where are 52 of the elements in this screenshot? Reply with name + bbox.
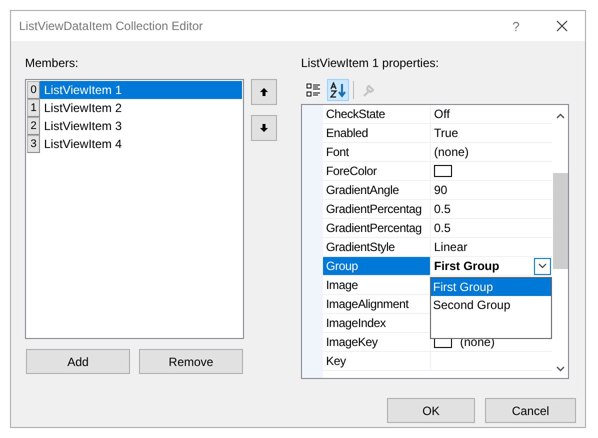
list-item[interactable]: ListViewItem 1 — [40, 81, 242, 99]
index-label: 0 — [27, 81, 40, 99]
categorized-list-icon — [306, 82, 322, 98]
property-value: (none) — [434, 145, 469, 159]
property-value: (none) — [460, 335, 495, 349]
down-arrow-icon — [259, 123, 269, 133]
property-value: First Group — [434, 259, 500, 273]
window-title: ListViewDataItem Collection Editor — [19, 19, 204, 33]
help-button[interactable]: ? — [493, 11, 539, 41]
dropdown-button[interactable] — [534, 258, 551, 274]
properties-label: ListViewItem 1 properties: — [301, 57, 440, 72]
move-down-button[interactable] — [251, 115, 277, 141]
property-name[interactable]: CheckState — [323, 105, 431, 123]
property-name[interactable]: GradientPercentag — [323, 219, 431, 237]
list-item[interactable]: ListViewItem 2 — [40, 99, 242, 117]
close-icon — [556, 20, 568, 32]
property-name[interactable]: GradientAngle — [323, 181, 431, 199]
list-item[interactable]: ListViewItem 4 — [40, 135, 242, 153]
add-button[interactable]: Add — [26, 349, 130, 374]
color-swatch — [434, 165, 452, 177]
cancel-button[interactable]: Cancel — [485, 398, 576, 423]
dropdown-option[interactable]: Second Group — [431, 296, 551, 314]
index-label: 2 — [27, 117, 40, 135]
remove-button[interactable]: Remove — [139, 349, 243, 374]
sort-az-icon — [330, 82, 346, 98]
list-item[interactable]: ListViewItem 3 — [40, 117, 242, 135]
toolbar-button[interactable] — [327, 79, 349, 101]
property-value: 0.5 — [434, 221, 451, 235]
property-name[interactable]: Key — [323, 352, 431, 370]
property-name[interactable]: ForeColor — [323, 162, 431, 180]
property-value: 90 — [434, 183, 448, 197]
property-name[interactable]: Group — [323, 257, 431, 275]
wrench-icon — [361, 82, 377, 98]
property-value: Off — [434, 107, 450, 121]
property-name[interactable]: GradientStyle — [323, 238, 431, 256]
members-label: Members: — [25, 57, 80, 72]
property-value: True — [434, 126, 458, 140]
dropdown-option[interactable]: First Group — [431, 278, 551, 296]
chevron-down-icon — [538, 263, 547, 269]
scroll-up-icon[interactable] — [556, 113, 564, 119]
up-arrow-icon — [259, 87, 269, 97]
move-up-button[interactable] — [251, 79, 277, 105]
property-name[interactable]: Enabled — [323, 124, 431, 142]
index-label: 3 — [27, 135, 40, 153]
ok-button[interactable]: OK — [387, 398, 475, 423]
scroll-down-icon[interactable] — [556, 366, 564, 372]
property-name[interactable]: GradientPercentag — [323, 200, 431, 218]
property-name[interactable]: Font — [323, 143, 431, 161]
property-value: 0.5 — [434, 202, 451, 216]
scrollbar-thumb[interactable] — [553, 173, 568, 269]
index-label: 1 — [27, 99, 40, 117]
property-value: Linear — [434, 240, 468, 254]
